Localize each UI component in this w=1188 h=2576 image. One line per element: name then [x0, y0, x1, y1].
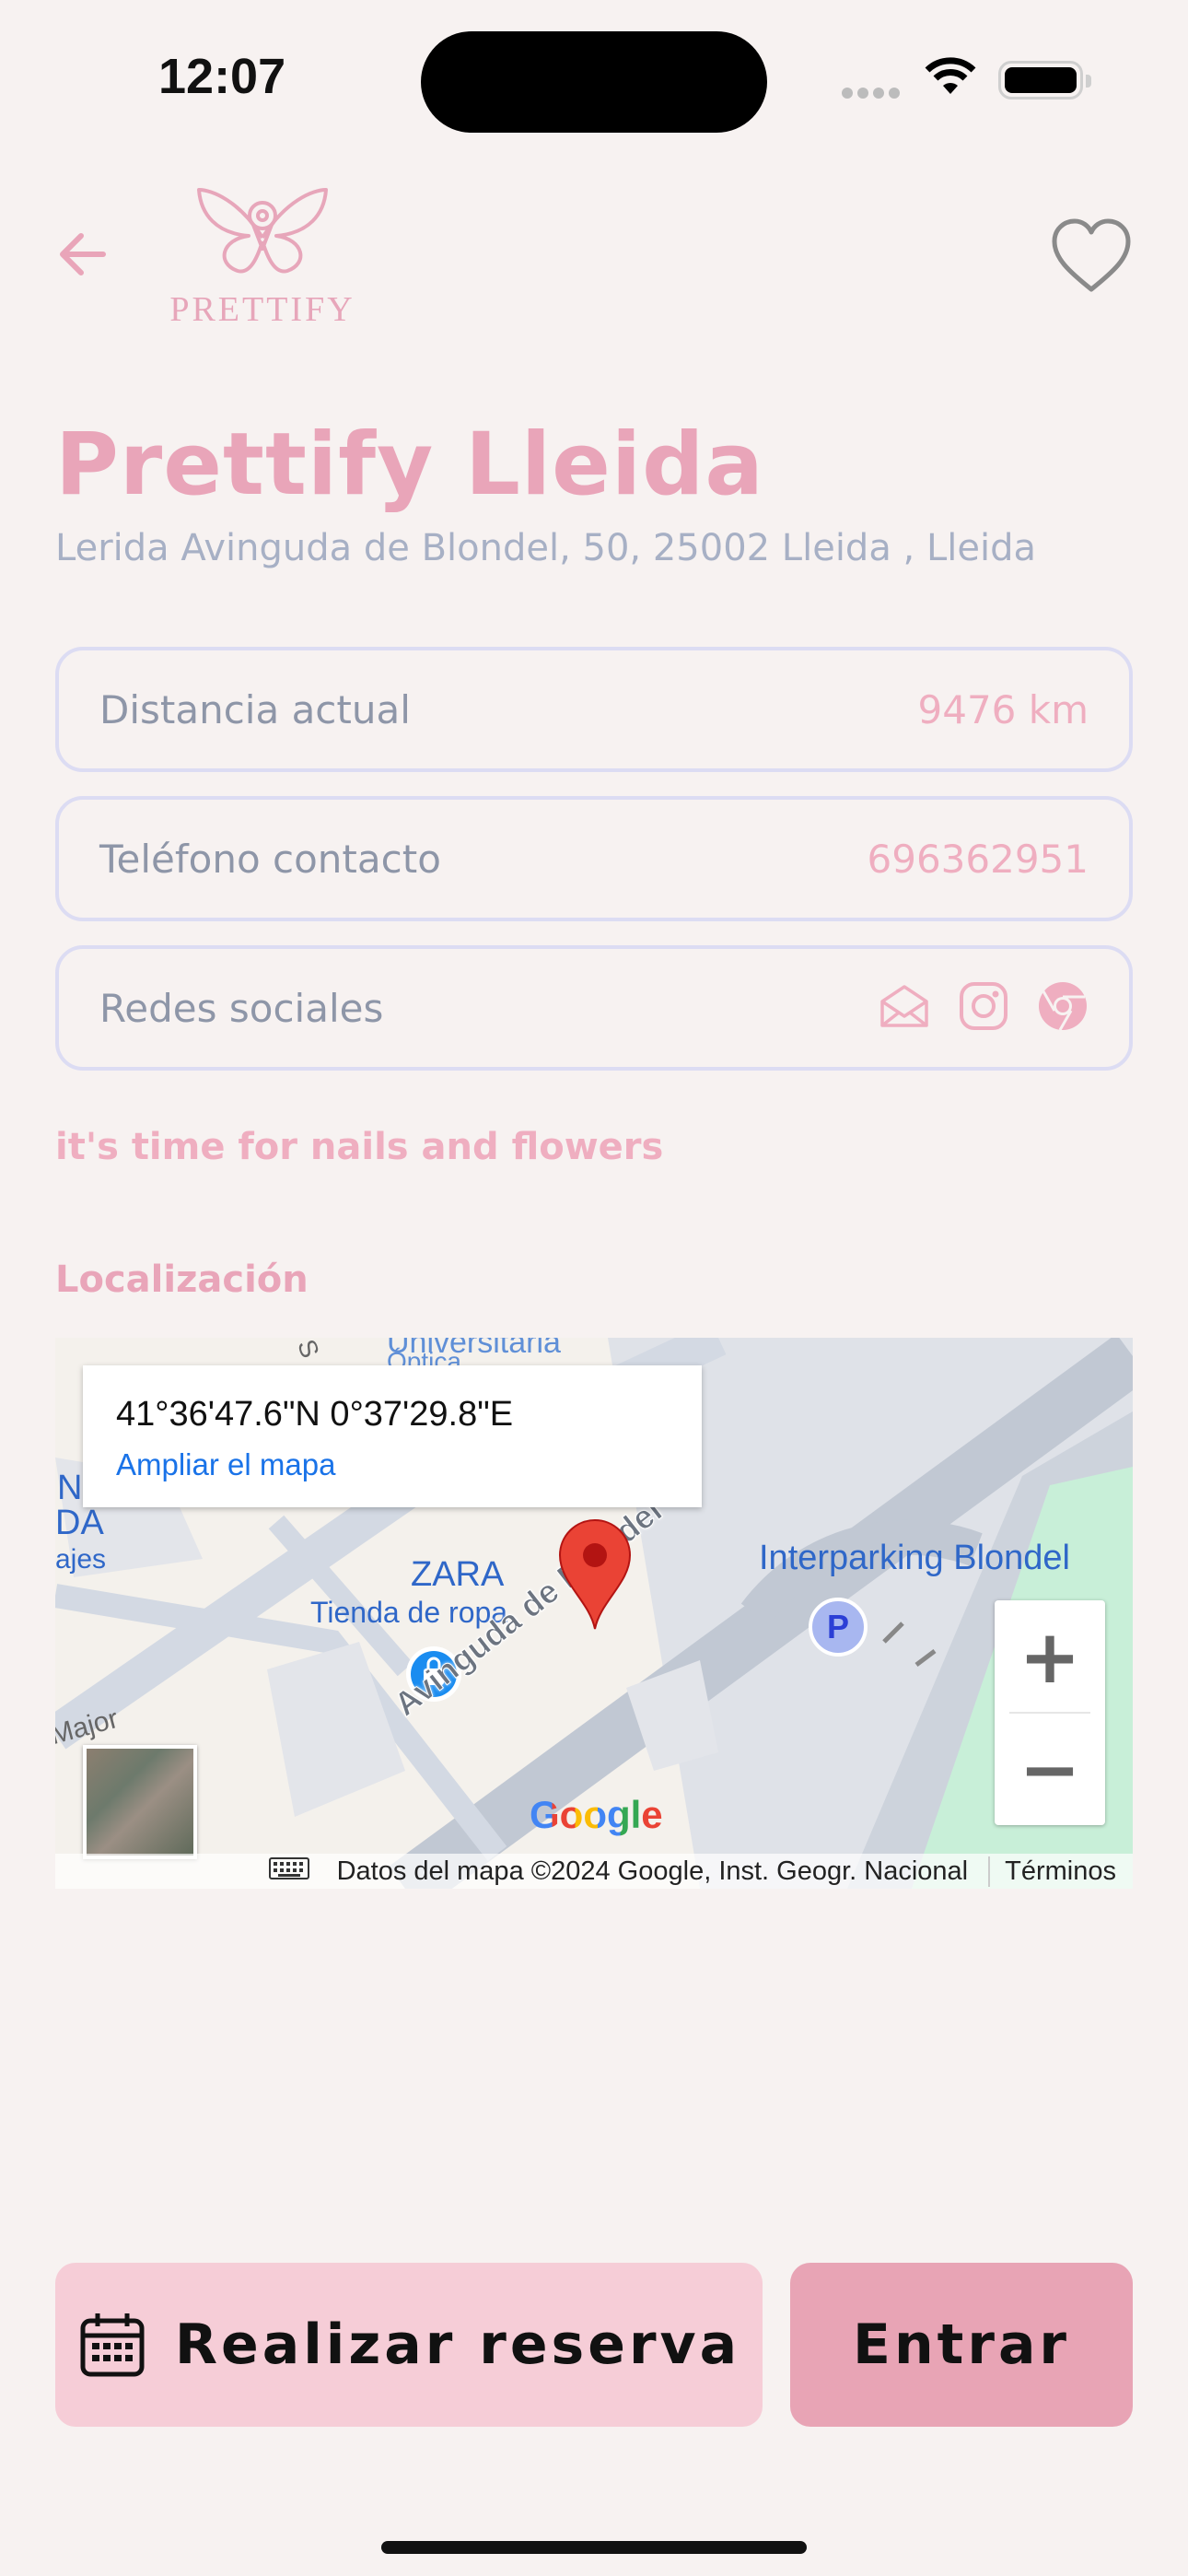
parking-pin-icon[interactable]: P [809, 1598, 868, 1657]
map-marker-icon[interactable] [556, 1518, 634, 1636]
distance-label: Distancia actual [99, 686, 411, 732]
social-label: Redes sociales [99, 985, 384, 1031]
map-attribution: Datos del mapa ©2024 Google, Inst. Geogr… [336, 1856, 969, 1886]
location-heading: Localización [55, 1259, 309, 1301]
email-icon[interactable] [879, 983, 930, 1033]
social-card: Redes sociales [55, 945, 1133, 1071]
enter-button-label: Entrar [852, 2313, 1071, 2377]
calendar-icon [77, 2310, 147, 2380]
place-address: Lerida Avinguda de Blondel, 50, 25002 Ll… [55, 527, 1036, 569]
map-view[interactable]: Universitària Óptica S N DA ajes Major Z… [55, 1338, 1133, 1889]
map-label-zara: ZARA [411, 1555, 505, 1594]
wifi-icon [923, 57, 978, 101]
zoom-in-button[interactable]: + [995, 1600, 1105, 1713]
cellular-signal-icon [842, 85, 906, 100]
map-label-da: DA [55, 1504, 104, 1542]
battery-icon [998, 61, 1091, 100]
back-arrow-icon[interactable] [55, 227, 111, 286]
place-title: Prettify Lleida [55, 415, 764, 515]
zoom-out-button[interactable]: − [995, 1713, 1105, 1825]
coordinates-text: 41°36'47.6"N 0°37'29.8"E [116, 1395, 514, 1434]
distance-value: 9476 km [917, 686, 1089, 732]
phone-card[interactable]: Teléfono contacto 696362951 [55, 796, 1133, 921]
reserve-button-label: Realizar reserva [174, 2313, 741, 2377]
map-attribution-bar: Datos del mapa ©2024 Google, Inst. Geogr… [55, 1854, 1133, 1889]
tagline: it's time for nails and flowers [55, 1126, 664, 1168]
status-time: 12:07 [158, 49, 286, 104]
phone-value[interactable]: 696362951 [868, 837, 1089, 882]
map-label-parking: Interparking Blondel [759, 1539, 1070, 1577]
distance-card: Distancia actual 9476 km [55, 647, 1133, 772]
favorite-heart-icon[interactable] [1050, 217, 1133, 299]
google-logo-text: Google [530, 1793, 663, 1836]
coordinates-popup: 41°36'47.6"N 0°37'29.8"E Ampliar el mapa [83, 1365, 702, 1507]
brand-name: PRETTIFY [169, 290, 355, 329]
chrome-browser-icon[interactable] [1037, 980, 1089, 1036]
reserve-button[interactable]: Realizar reserva [55, 2263, 763, 2427]
keyboard-icon[interactable] [268, 1856, 309, 1887]
instagram-icon[interactable] [958, 980, 1009, 1036]
zoom-controls: + − [995, 1600, 1105, 1825]
google-logo: Google [530, 1793, 663, 1837]
map-label-n: N [57, 1469, 83, 1507]
enter-button[interactable]: Entrar [790, 2263, 1133, 2427]
home-indicator [381, 2541, 807, 2554]
satellite-view-thumbnail[interactable] [83, 1745, 197, 1859]
dynamic-island [421, 31, 767, 133]
enlarge-map-link[interactable]: Ampliar el mapa [116, 1447, 669, 1482]
map-label-ajes: ajes [55, 1544, 107, 1575]
map-terms-link[interactable]: Términos [988, 1856, 1116, 1887]
phone-label: Teléfono contacto [99, 836, 441, 882]
